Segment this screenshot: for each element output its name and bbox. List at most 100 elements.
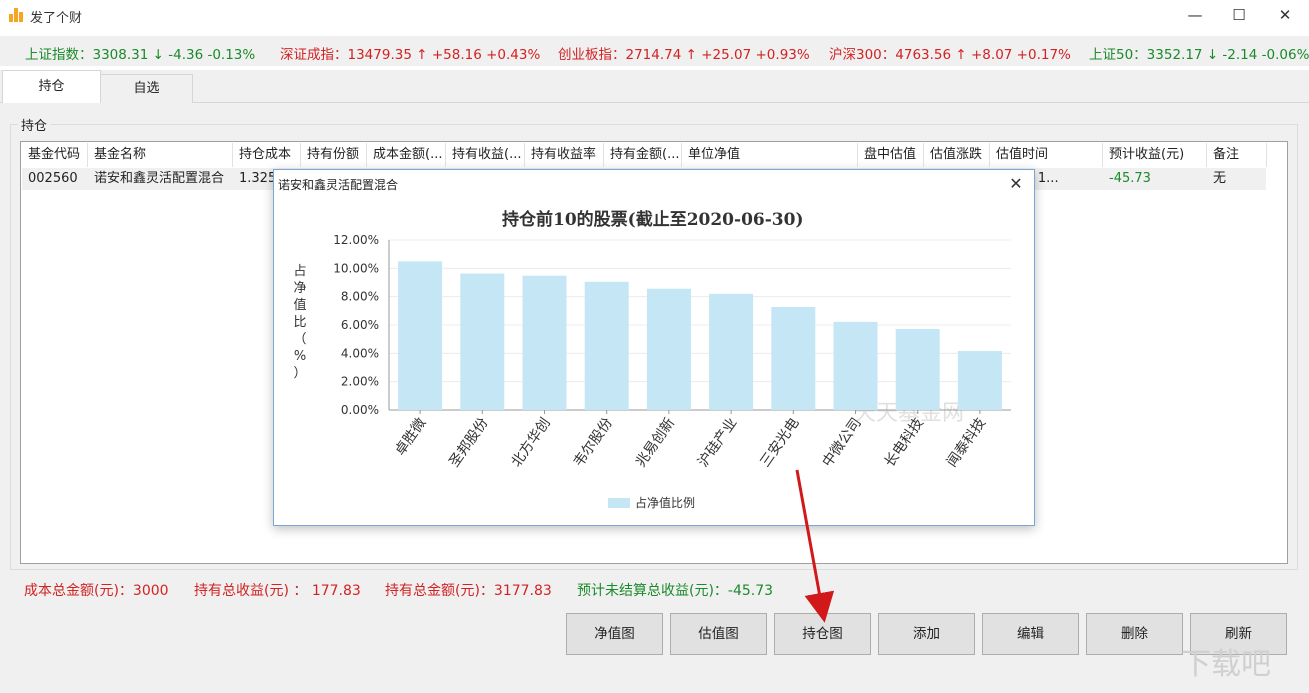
- column-header[interactable]: 估值涨跌: [924, 143, 990, 167]
- y-axis-label: 占净值比（%）: [293, 264, 306, 381]
- x-tick-label: 韦尔股份: [571, 415, 616, 470]
- holdings-chart-button[interactable]: 持仓图: [774, 613, 871, 655]
- estimate-chart-button[interactable]: 估值图: [670, 613, 767, 655]
- legend-label: 占净值比例: [635, 495, 695, 510]
- ticker-pct: -0.06%: [1262, 47, 1309, 63]
- chart-legend: 占净值比例: [608, 495, 695, 510]
- cost-total: 成本总金额(元)：3000: [24, 580, 169, 600]
- ticker-item: 上证50：3352.17 ↓ -2.14 -0.06%: [1089, 43, 1309, 63]
- column-header[interactable]: 预计收益(元): [1103, 143, 1207, 167]
- y-axis-label-glyph: ）: [293, 366, 306, 381]
- y-tick-label: 4.00%: [341, 346, 379, 360]
- window-titlebar: 发了个财 — ☐ ✕: [0, 0, 1309, 32]
- ticker-label: 创业板指：2714.74: [558, 47, 681, 63]
- ticker-arrow: ↑: [416, 47, 427, 63]
- ticker-item: 上证指数：3308.31 ↓ -4.36 -0.13%: [25, 43, 255, 63]
- ticker-item: 沪深300：4763.56 ↑ +8.07 +0.17%: [829, 43, 1071, 63]
- column-header[interactable]: 持有收益(...: [446, 143, 525, 167]
- x-tick-label: 兆易创新: [633, 415, 678, 470]
- legend-swatch: [608, 498, 630, 508]
- unsettled-profit: 预计未结算总收益(元)：-45.73: [577, 580, 773, 600]
- tab-holdings[interactable]: 持仓: [2, 70, 101, 104]
- ticker-change: +8.07: [971, 47, 1012, 63]
- y-axis-label-glyph: 比: [293, 315, 306, 330]
- x-tick-label: 中微公司: [820, 415, 865, 470]
- column-header[interactable]: 估值时间: [990, 143, 1103, 167]
- ticker-pct: +0.93%: [756, 47, 810, 63]
- tab-watchlist[interactable]: 自选: [100, 74, 193, 103]
- column-header[interactable]: 持仓成本: [233, 143, 301, 167]
- y-tick-label: 8.00%: [341, 290, 379, 304]
- chart-title: 持仓前10的股票(截止至2020-06-30): [502, 209, 803, 230]
- chart-bar: [771, 307, 815, 410]
- chart-bar: [398, 261, 442, 410]
- y-axis-label-glyph: 占: [293, 264, 306, 279]
- chart-bar: [523, 276, 567, 410]
- x-tick-label: 圣邦股份: [446, 415, 491, 470]
- maximize-button[interactable]: ☐: [1216, 0, 1262, 32]
- ticker-pct: -0.13%: [207, 47, 255, 63]
- dialog-close-button[interactable]: ✕: [1004, 173, 1028, 195]
- ticker-pct: +0.17%: [1017, 47, 1071, 63]
- holdings-bar-chart: 持仓前10的股票(截止至2020-06-30) 天天基金网 占净值比（%） 0.…: [274, 195, 1034, 525]
- chart-bars: [398, 261, 1002, 410]
- edit-button[interactable]: 编辑: [982, 613, 1079, 655]
- main-tabs: 持仓 自选: [0, 70, 1309, 103]
- ticker-arrow: ↓: [1207, 47, 1218, 63]
- ticker-arrow: ↑: [955, 47, 966, 63]
- delete-button[interactable]: 删除: [1086, 613, 1183, 655]
- column-header[interactable]: 成本金额(...: [367, 143, 446, 167]
- column-header[interactable]: 基金代码: [22, 143, 88, 167]
- chart-bar: [896, 329, 940, 410]
- column-header[interactable]: 备注: [1207, 143, 1267, 167]
- y-axis-ticks: 0.00% 2.00% 4.00% 6.00% 8.00% 10.00% 12.00%: [333, 233, 379, 417]
- column-header[interactable]: 持有份额: [301, 143, 367, 167]
- y-tick-label: 10.00%: [333, 261, 379, 275]
- column-header[interactable]: 基金名称: [88, 143, 233, 167]
- y-axis-label-glyph: 净: [293, 281, 306, 296]
- chart-bar: [709, 294, 753, 410]
- chart-bar: [647, 289, 691, 410]
- ticker-item: 深证成指：13479.35 ↑ +58.16 +0.43%: [280, 43, 540, 63]
- close-button[interactable]: ✕: [1262, 0, 1308, 32]
- x-tick-label: 北方华创: [509, 415, 554, 470]
- profit-total: 持有总收益(元) ： 177.83: [194, 580, 361, 600]
- y-axis-label-glyph: 值: [293, 297, 306, 313]
- chart-bar: [958, 351, 1002, 410]
- column-header[interactable]: 持有收益率: [525, 143, 604, 167]
- column-header[interactable]: 单位净值: [682, 143, 858, 167]
- chart-bar: [460, 274, 504, 410]
- y-axis-label-glyph: %: [294, 349, 306, 364]
- cell-fund-code: 002560: [22, 168, 88, 190]
- chart-bar: [834, 322, 878, 410]
- cell-fund-name: 诺安和鑫灵活配置混合: [88, 168, 233, 190]
- column-header[interactable]: 持有金额(...: [604, 143, 682, 167]
- ticker-label: 上证50：3352.17: [1089, 47, 1203, 63]
- x-tick-label: 卓胜微: [392, 415, 429, 459]
- y-tick-label: 6.00%: [341, 318, 379, 332]
- ticker-pct: +0.43%: [486, 47, 540, 63]
- x-tick-label: 三安光电: [757, 415, 802, 470]
- holdings-group-label: 持仓: [18, 115, 50, 134]
- window-title: 发了个财: [30, 7, 82, 26]
- index-ticker: 上证指数：3308.31 ↓ -4.36 -0.13% 深证成指：13479.3…: [0, 36, 1309, 66]
- cell-note: 无: [1207, 168, 1267, 190]
- y-tick-label: 2.00%: [341, 375, 379, 389]
- ticker-label: 沪深300：4763.56: [829, 47, 951, 63]
- add-button[interactable]: 添加: [878, 613, 975, 655]
- ticker-change: +25.07: [701, 47, 751, 63]
- dialog-title: 诺安和鑫灵活配置混合: [278, 176, 398, 193]
- app-bar-chart-icon: [9, 8, 24, 22]
- ticker-change: +58.16: [432, 47, 482, 63]
- holdings-chart-dialog: 诺安和鑫灵活配置混合 ✕ 持仓前10的股票(截止至2020-06-30) 天天基…: [273, 169, 1035, 526]
- chart-bar: [585, 282, 629, 410]
- nav-chart-button[interactable]: 净值图: [566, 613, 663, 655]
- ticker-arrow: ↑: [686, 47, 697, 63]
- cell-estimated-profit: -45.73: [1103, 168, 1207, 190]
- ticker-change: -4.36: [168, 47, 203, 63]
- minimize-button[interactable]: —: [1172, 0, 1218, 32]
- y-tick-label: 0.00%: [341, 403, 379, 417]
- column-header[interactable]: 盘中估值: [858, 143, 924, 167]
- ticker-change: -2.14: [1222, 47, 1257, 63]
- y-tick-label: 12.00%: [333, 233, 379, 247]
